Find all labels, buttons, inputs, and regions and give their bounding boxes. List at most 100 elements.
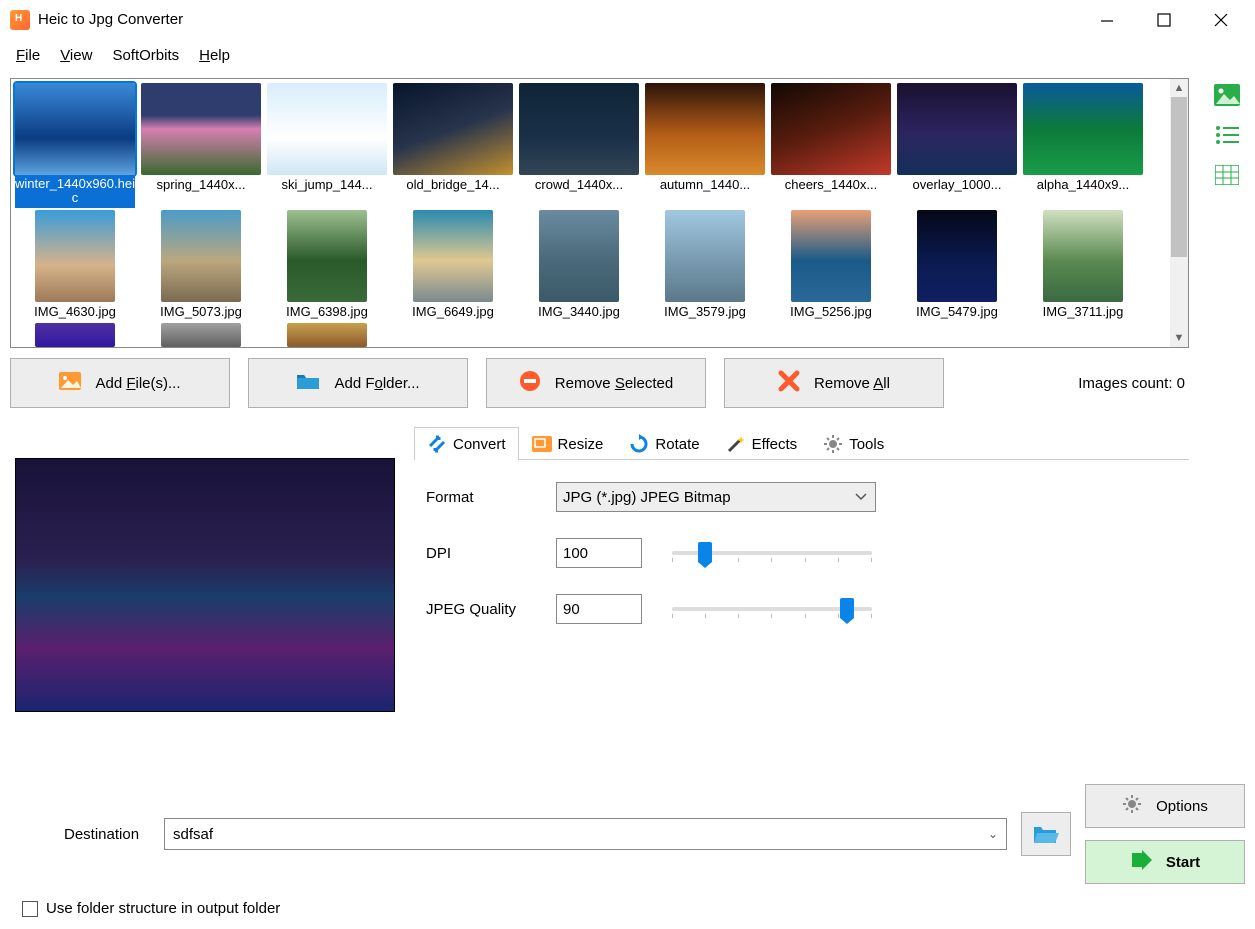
menu-help[interactable]: Help bbox=[191, 43, 238, 68]
thumbnail-filename: IMG_5073.jpg bbox=[141, 302, 261, 321]
gallery: winter_1440x960.heic spring_1440x... ski_j… bbox=[10, 78, 1189, 348]
thumbnail-filename: spring_1440x... bbox=[141, 175, 261, 194]
thumbnail[interactable] bbox=[141, 323, 261, 347]
remove-all-button[interactable]: Remove All bbox=[724, 358, 944, 408]
add-folder-button[interactable]: Add Folder... bbox=[248, 358, 468, 408]
minimize-button[interactable] bbox=[1091, 8, 1123, 32]
thumbnail-image bbox=[645, 83, 765, 175]
thumbnail[interactable]: cheers_1440x... bbox=[771, 83, 891, 208]
destination-label: Destination bbox=[10, 826, 150, 843]
thumbnail[interactable]: IMG_6649.jpg bbox=[393, 210, 513, 321]
thumbnail-image bbox=[897, 83, 1017, 175]
thumbnail-filename: cheers_1440x... bbox=[771, 175, 891, 194]
gear-icon bbox=[1122, 794, 1142, 818]
thumbnail[interactable]: IMG_3579.jpg bbox=[645, 210, 765, 321]
maximize-button[interactable] bbox=[1148, 8, 1180, 32]
thumbnail-filename: overlay_1000... bbox=[897, 175, 1017, 194]
titlebar: Heic to Jpg Converter bbox=[0, 0, 1255, 40]
quality-label: JPEG Quality bbox=[426, 601, 556, 618]
thumbnail[interactable]: IMG_4630.jpg bbox=[15, 210, 135, 321]
thumbnail[interactable]: old_bridge_14... bbox=[393, 83, 513, 208]
tools-icon bbox=[823, 434, 843, 454]
remove-selected-label: Remove Selected bbox=[555, 375, 673, 392]
menubar: File View SoftOrbits Help bbox=[0, 40, 1255, 70]
dpi-input[interactable] bbox=[556, 538, 642, 568]
thumbnail[interactable]: IMG_3440.jpg bbox=[519, 210, 639, 321]
scroll-thumb[interactable] bbox=[1171, 97, 1187, 257]
thumbnail[interactable]: IMG_3711.jpg bbox=[1023, 210, 1143, 321]
thumbnail-filename: IMG_4630.jpg bbox=[15, 302, 135, 321]
thumbnail[interactable]: overlay_1000... bbox=[897, 83, 1017, 208]
tab-effects[interactable]: Effects bbox=[713, 427, 811, 460]
thumbnail[interactable]: ski_jump_144... bbox=[267, 83, 387, 208]
app-icon bbox=[10, 10, 30, 30]
scroll-up-arrow-icon[interactable]: ▲ bbox=[1170, 79, 1188, 97]
thumbnail-image bbox=[1043, 210, 1123, 302]
delete-icon bbox=[778, 370, 800, 396]
menu-softorbits[interactable]: SoftOrbits bbox=[104, 43, 187, 68]
thumbnail-image bbox=[917, 210, 997, 302]
options-button[interactable]: Options bbox=[1085, 784, 1245, 828]
use-folder-structure-checkbox[interactable] bbox=[22, 901, 38, 917]
folder-icon bbox=[296, 372, 320, 394]
menu-view[interactable]: View bbox=[52, 43, 100, 68]
thumbnail[interactable]: crowd_1440x... bbox=[519, 83, 639, 208]
use-folder-structure-label: Use folder structure in output folder bbox=[46, 900, 280, 917]
grid-view-button[interactable] bbox=[1213, 162, 1241, 188]
tab-convert-panel: Format JPG (*.jpg) JPEG Bitmap DPI JPEG … bbox=[414, 460, 1189, 662]
list-view-button[interactable] bbox=[1213, 122, 1241, 148]
add-files-button[interactable]: Add File(s)... bbox=[10, 358, 230, 408]
start-button[interactable]: Start bbox=[1085, 840, 1245, 884]
remove-selected-button[interactable]: Remove Selected bbox=[486, 358, 706, 408]
quality-slider[interactable] bbox=[672, 594, 872, 624]
dpi-slider[interactable] bbox=[672, 538, 872, 568]
remove-icon bbox=[519, 370, 541, 396]
tab-rotate[interactable]: Rotate bbox=[616, 427, 712, 460]
rotate-icon bbox=[629, 434, 649, 454]
thumbnail[interactable] bbox=[15, 323, 135, 347]
preview-image bbox=[15, 458, 395, 712]
thumbnail[interactable]: IMG_5256.jpg bbox=[771, 210, 891, 321]
thumbnail-image bbox=[161, 323, 241, 347]
thumbnail[interactable] bbox=[267, 323, 387, 347]
thumbnail[interactable]: IMG_5073.jpg bbox=[141, 210, 261, 321]
thumbnail-filename: IMG_5479.jpg bbox=[897, 302, 1017, 321]
thumbnail[interactable]: autumn_1440... bbox=[645, 83, 765, 208]
menu-file[interactable]: File bbox=[8, 43, 48, 68]
thumbnail[interactable]: spring_1440x... bbox=[141, 83, 261, 208]
thumbnails-view-button[interactable] bbox=[1213, 82, 1241, 108]
remove-all-label: Remove All bbox=[814, 375, 890, 392]
thumbnail-image bbox=[665, 210, 745, 302]
thumbnail-filename: alpha_1440x9... bbox=[1023, 175, 1143, 194]
format-select[interactable]: JPG (*.jpg) JPEG Bitmap bbox=[556, 482, 876, 512]
thumbnail-filename: IMG_3440.jpg bbox=[519, 302, 639, 321]
close-button[interactable] bbox=[1205, 8, 1237, 32]
thumbnail[interactable]: alpha_1440x9... bbox=[1023, 83, 1143, 208]
gallery-scrollbar[interactable]: ▲ ▼ bbox=[1170, 79, 1188, 347]
browse-button[interactable] bbox=[1021, 812, 1071, 856]
tab-convert[interactable]: Convert bbox=[414, 427, 519, 460]
folder-open-icon bbox=[1033, 823, 1059, 845]
thumbnail-filename: IMG_3579.jpg bbox=[645, 302, 765, 321]
thumbnail-image bbox=[287, 210, 367, 302]
quality-slider-thumb[interactable] bbox=[840, 598, 854, 618]
tab-tools[interactable]: Tools bbox=[810, 427, 897, 460]
tab-resize[interactable]: Resize bbox=[519, 427, 617, 460]
thumbnail-image bbox=[267, 83, 387, 175]
dpi-slider-thumb[interactable] bbox=[698, 542, 712, 562]
thumbnail-filename: winter_1440x960.heic bbox=[15, 175, 135, 208]
thumbnail[interactable]: IMG_6398.jpg bbox=[267, 210, 387, 321]
resize-icon bbox=[532, 434, 552, 454]
convert-icon bbox=[427, 434, 447, 454]
quality-input[interactable] bbox=[556, 594, 642, 624]
thumbnail-image bbox=[771, 83, 891, 175]
thumbnail-image bbox=[161, 210, 241, 302]
thumbnail[interactable]: winter_1440x960.heic bbox=[15, 83, 135, 208]
window-title: Heic to Jpg Converter bbox=[38, 11, 183, 28]
thumbnail[interactable]: IMG_5479.jpg bbox=[897, 210, 1017, 321]
thumbnail-image bbox=[539, 210, 619, 302]
destination-combobox[interactable]: sdfsaf ⌄ bbox=[164, 818, 1007, 850]
add-folder-label: Add Folder... bbox=[334, 375, 419, 392]
scroll-down-arrow-icon[interactable]: ▼ bbox=[1170, 329, 1188, 347]
thumbnail-image bbox=[35, 210, 115, 302]
